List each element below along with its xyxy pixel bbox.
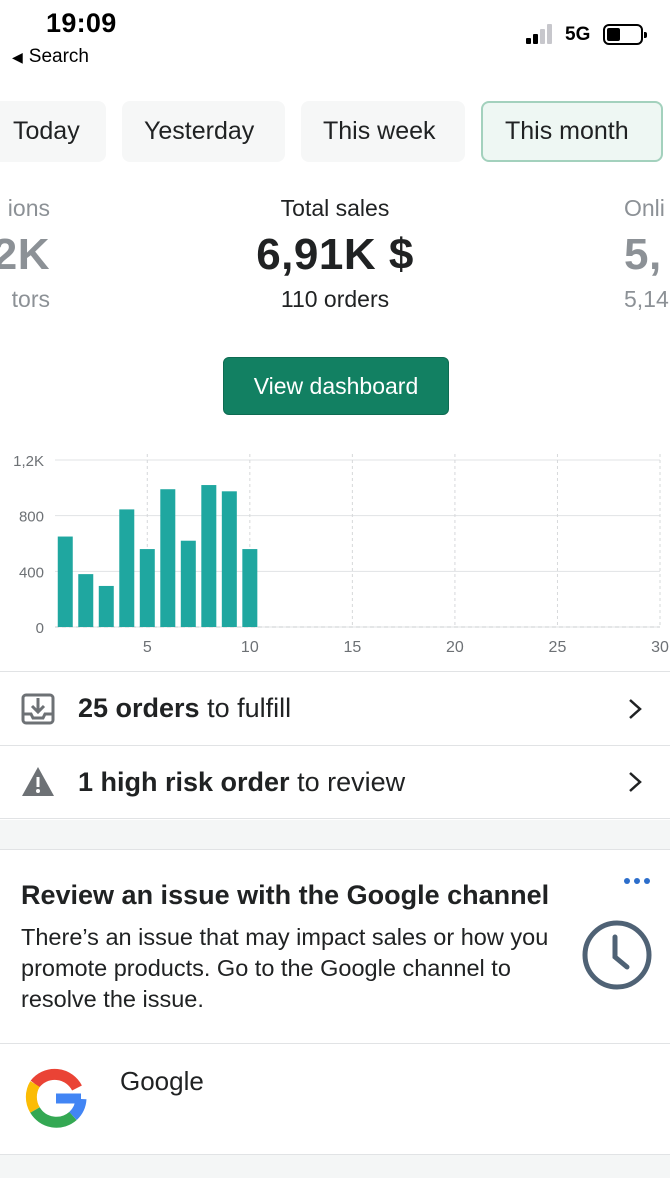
fulfill-icon	[21, 693, 55, 724]
sales-bar-chart: 0 400 800 1,2K 5 10 15 20 25 30	[13, 453, 669, 656]
orders-to-fulfill-text: 25 orders to fulfill	[78, 693, 291, 724]
period-selector: Today Yesterday This week This month	[0, 101, 663, 162]
metric-value: 2K	[0, 230, 50, 279]
back-triangle-icon: ◀	[12, 48, 23, 65]
chart-bar	[98, 585, 114, 627]
x-tick-label: 25	[549, 639, 567, 656]
chart-bar	[160, 489, 176, 627]
period-yesterday-button[interactable]: Yesterday	[122, 101, 285, 162]
period-this-week-button[interactable]: This week	[301, 101, 465, 162]
chart-bar	[242, 549, 258, 627]
cellular-signal-icon	[526, 24, 558, 44]
metric-label: Onli	[624, 195, 665, 221]
y-tick-label: 1,2K	[13, 453, 44, 470]
high-risk-order-text: 1 high risk order to review	[78, 767, 405, 798]
x-tick-label: 20	[446, 639, 464, 656]
task-suffix: to review	[289, 766, 406, 797]
chart-bar	[221, 491, 237, 627]
y-tick-label: 800	[19, 509, 44, 526]
chart-bar	[139, 549, 155, 627]
high-risk-order-row[interactable]: 1 high risk order to review	[0, 745, 670, 819]
metrics-carousel[interactable]: ions 2K tors Total sales 6,91K $ 110 ord…	[0, 195, 670, 345]
chevron-right-icon	[629, 698, 642, 719]
view-dashboard-button[interactable]: View dashboard	[223, 357, 449, 415]
task-suffix: to fulfill	[199, 693, 292, 723]
metric-sub: tors	[11, 286, 50, 312]
y-tick-label: 400	[19, 564, 44, 581]
period-this-month-button[interactable]: This month	[481, 101, 663, 162]
total-sales-value: 6,91K $	[256, 230, 414, 279]
metric-label: ions	[7, 195, 50, 221]
back-to-search-link[interactable]: ◀ Search	[12, 46, 89, 68]
task-count: 25 orders	[78, 693, 200, 723]
clock-icon	[582, 920, 652, 990]
chart-bar	[119, 509, 135, 627]
total-sales-label: Total sales	[280, 195, 390, 221]
google-app-label[interactable]: Google	[120, 1066, 204, 1097]
metric-card-previous[interactable]: ions 2K tors	[0, 195, 50, 313]
x-tick-label: 5	[143, 639, 152, 656]
x-tick-label: 15	[343, 639, 361, 656]
chart-bar	[78, 574, 94, 627]
chart-bar	[180, 540, 196, 627]
more-options-icon[interactable]	[624, 878, 658, 890]
battery-icon	[603, 24, 647, 45]
warning-icon	[22, 767, 54, 796]
chart-bar	[57, 536, 73, 627]
card-separator	[0, 1043, 670, 1044]
google-issue-card: Review an issue with the Google channel …	[0, 850, 670, 1155]
chevron-right-icon	[629, 772, 642, 792]
chart-bar	[201, 485, 217, 627]
metric-card-next[interactable]: Onli 5, 5,14	[624, 195, 670, 313]
x-tick-label: 10	[241, 639, 259, 656]
period-today-button[interactable]: Today	[0, 101, 106, 162]
y-tick-label: 0	[36, 620, 44, 637]
orders-to-fulfill-row[interactable]: 25 orders to fulfill	[0, 671, 670, 745]
status-time: 19:09	[46, 8, 117, 38]
task-count: 1 high risk order	[78, 766, 290, 797]
orders-count: 110 orders	[280, 286, 390, 312]
bottom-section-divider	[0, 1155, 670, 1178]
status-bar: 19:09 ◀ Search 5G	[0, 0, 670, 80]
metric-card-total-sales: Total sales 6,91K $ 110 orders	[195, 195, 475, 313]
section-divider	[0, 820, 670, 850]
metric-value: 5,	[624, 230, 662, 279]
card-body: There’s an issue that may impact sales o…	[21, 924, 549, 1012]
card-title: Review an issue with the Google channel	[21, 880, 550, 910]
network-type: 5G	[565, 24, 591, 45]
metric-sub: 5,14	[624, 286, 669, 312]
x-tick-label: 30	[651, 639, 669, 656]
google-logo-icon[interactable]	[21, 1062, 91, 1132]
back-label: Search	[28, 46, 89, 67]
sales-chart: 0 400 800 1,2K 5 10 15 20 25 30	[0, 440, 670, 665]
